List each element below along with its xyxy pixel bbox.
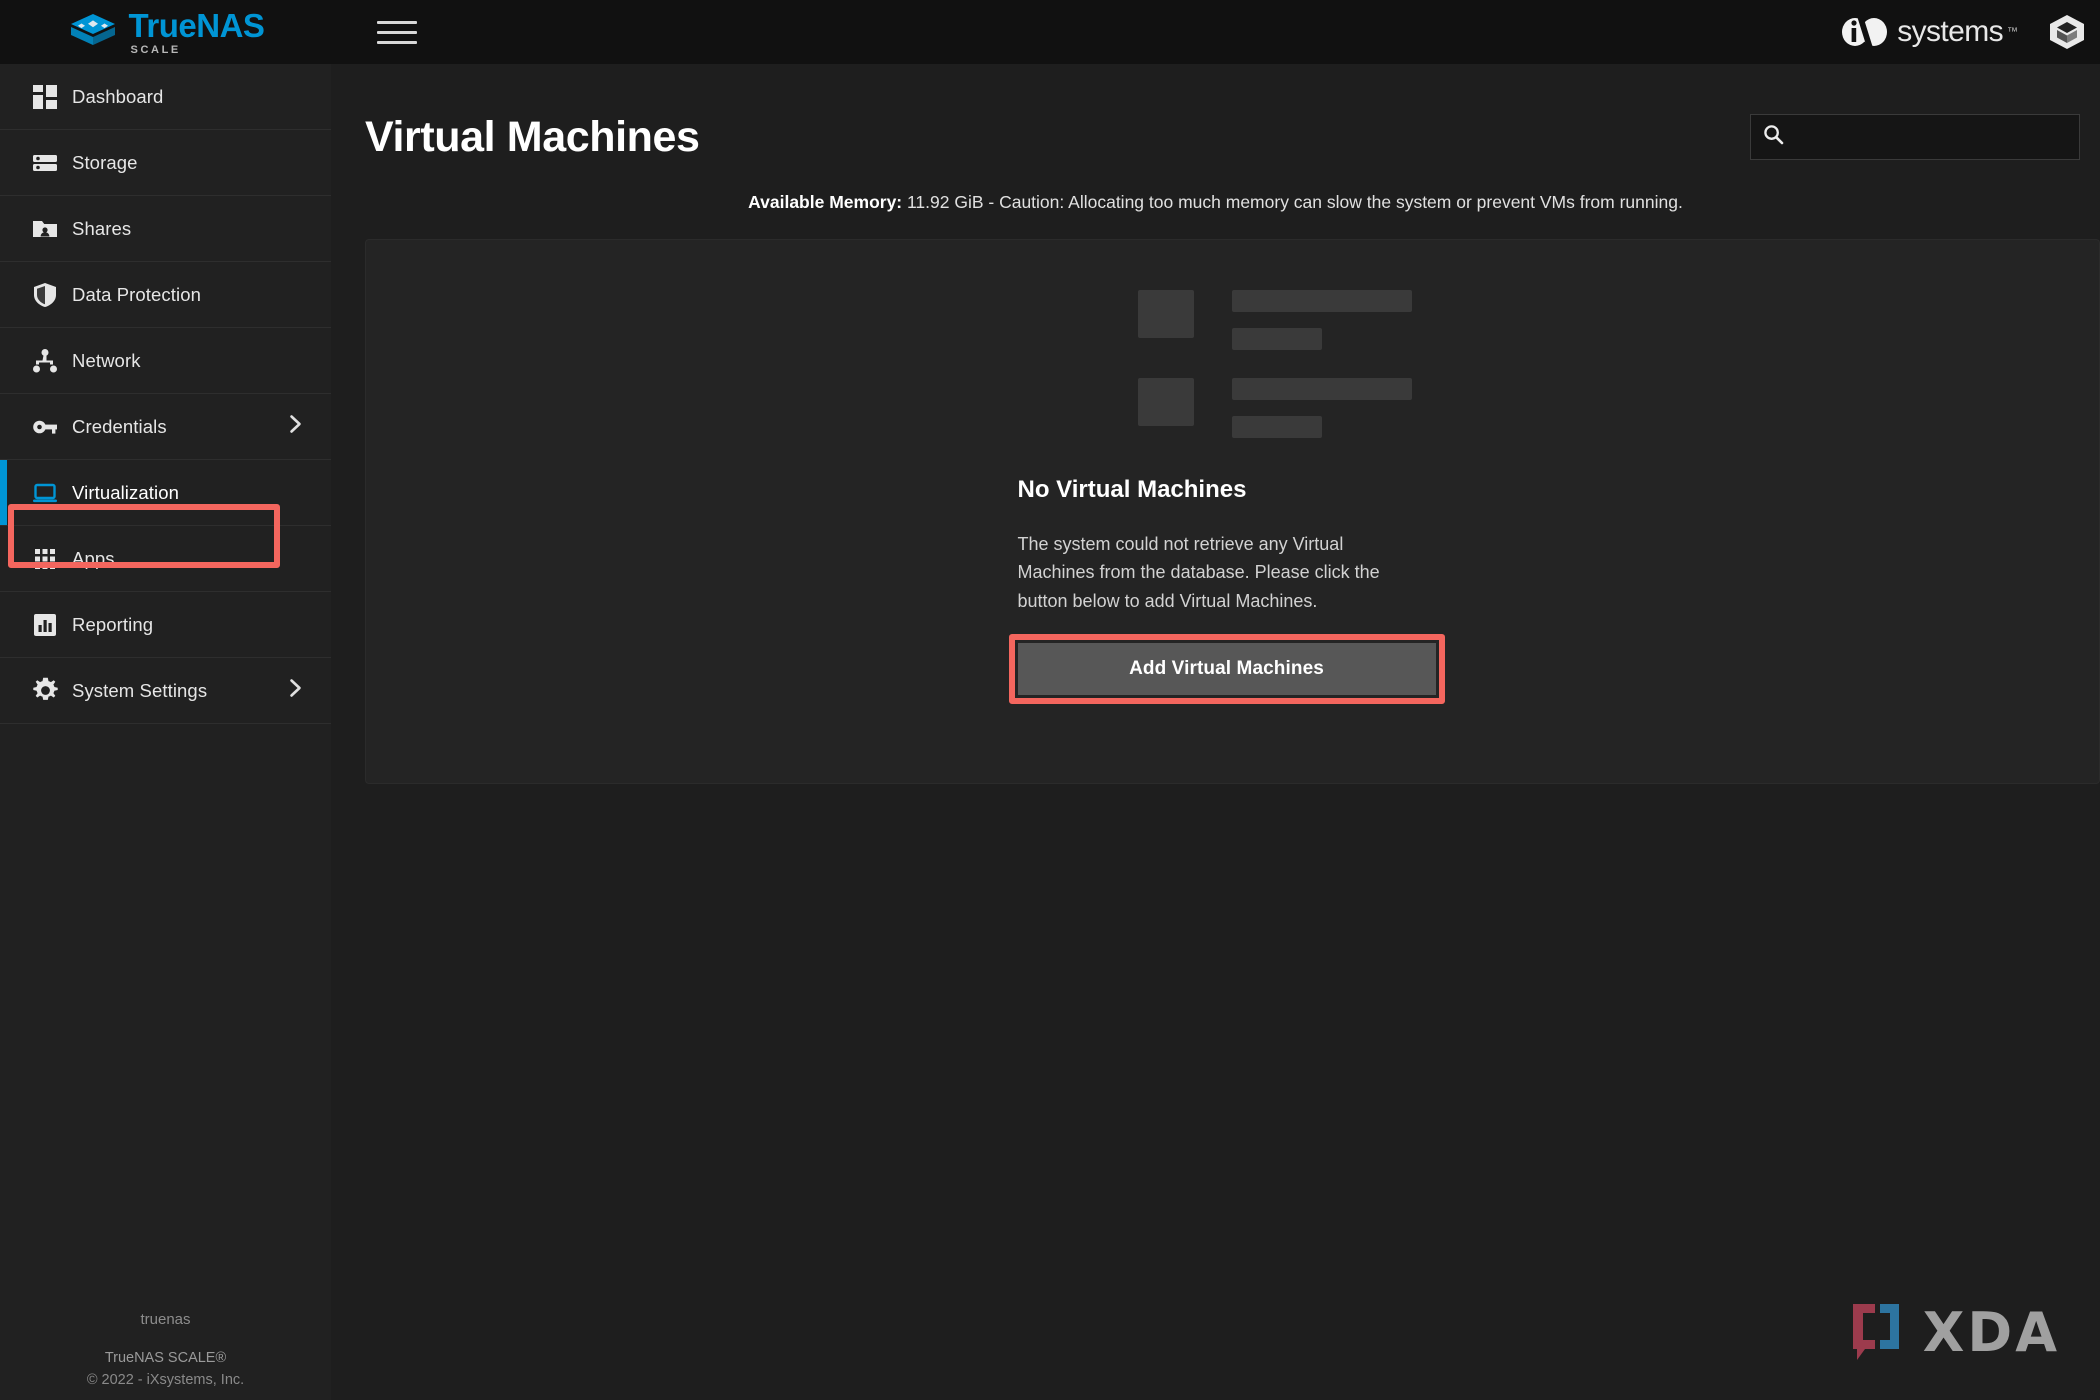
main-content: Virtual Machines Available Memory: 11.92… (331, 64, 2100, 1400)
search-box[interactable] (1750, 114, 2080, 160)
page-title: Virtual Machines (365, 112, 700, 161)
brand-name-true: True (128, 6, 197, 44)
brand-wordmark: TrueNAS SCALE (129, 9, 265, 56)
skeleton-row (1137, 290, 1448, 350)
sidebar-item-label: Apps (72, 547, 115, 569)
brand-logo[interactable]: TrueNAS SCALE (0, 0, 331, 64)
skeleton-bar (1231, 290, 1412, 312)
brand-name-nas: NAS (196, 6, 265, 44)
copyright-label: © 2022 - iXsystems, Inc. (86, 1372, 245, 1388)
sidebar-item-label: Storage (72, 151, 138, 173)
brand-edition: SCALE (130, 43, 181, 56)
hostname-label: truenas (140, 1311, 191, 1328)
available-memory-label: Available Memory: (748, 192, 903, 212)
skeleton-bar (1231, 416, 1322, 438)
hamburger-bar (377, 20, 417, 24)
skeleton-thumb (1137, 290, 1194, 338)
sidebar-item-label: Shares (72, 217, 132, 239)
shares-folder-icon (18, 216, 72, 242)
sidebar-item-label: Data Protection (72, 283, 202, 305)
search-input[interactable] (1794, 128, 2067, 146)
add-virtual-machines-button[interactable]: Add Virtual Machines (1017, 643, 1436, 696)
sidebar-item-reporting[interactable]: Reporting (0, 592, 331, 658)
dashboard-icon (18, 84, 72, 110)
hamburger-bar (377, 40, 417, 44)
sidebar-item-virtualization[interactable]: Virtualization (0, 460, 331, 526)
sidebar-item-data-protection[interactable]: Data Protection (0, 262, 331, 328)
skeleton-lines (1231, 290, 1412, 350)
skeleton-bar (1231, 378, 1412, 400)
page-header: Virtual Machines (331, 64, 2100, 176)
empty-state-description: The system could not retrieve any Virtua… (1017, 534, 1380, 611)
xda-bracket-icon (1852, 1304, 1899, 1360)
sidebar-item-storage[interactable]: Storage (0, 130, 331, 196)
chevron-right-icon[interactable] (285, 678, 305, 703)
cube-icon[interactable] (2044, 9, 2090, 55)
sidebar-item-credentials[interactable]: Credentials (0, 394, 331, 460)
skeleton-bar (1231, 328, 1322, 350)
add-button-zone: Add Virtual Machines (1008, 634, 1448, 705)
ixsystems-logo[interactable]: systems ™ (1837, 12, 2018, 52)
truenas-cube-logo (70, 14, 115, 45)
available-memory-text: 11.92 GiB - Caution: Allocating too much… (902, 192, 1683, 212)
sidebar-item-label: Virtualization (72, 481, 179, 503)
sidebar-item-network[interactable]: Network (0, 328, 331, 394)
bar-chart-icon (18, 612, 72, 638)
gear-icon (18, 677, 72, 704)
sidebar-navigation: Dashboard Storage Shares Data Protection… (0, 64, 331, 1400)
sidebar-item-apps[interactable]: Apps (0, 526, 331, 592)
sidebar-item-label: Network (72, 349, 141, 371)
ix-badge-icon (1842, 16, 1888, 48)
laptop-icon (18, 480, 72, 506)
shield-icon (18, 282, 72, 308)
empty-state-title: No Virtual Machines (1017, 476, 1247, 503)
storage-icon (18, 150, 72, 176)
sidebar-item-label: Reporting (72, 613, 154, 635)
skeleton-row (1137, 378, 1448, 438)
sidebar-item-dashboard[interactable]: Dashboard (0, 64, 331, 130)
available-memory-notice: Available Memory: 11.92 GiB - Caution: A… (331, 176, 2100, 239)
apps-grid-icon (18, 546, 72, 572)
empty-state: No Virtual Machines The system could not… (1008, 290, 1448, 705)
sidebar-item-shares[interactable]: Shares (0, 196, 331, 262)
skeleton-lines (1231, 378, 1412, 438)
brand-name: TrueNAS (129, 9, 265, 42)
truenas-scale-app: TrueNAS SCALE systems ™ Dashboard Storag… (0, 0, 2100, 1400)
sidebar-item-label: System Settings (72, 679, 208, 701)
search-icon (1763, 124, 1784, 150)
list-placeholder-skeleton (1018, 290, 1448, 438)
ixsystems-wordmark: systems (1897, 15, 2003, 48)
network-icon (18, 348, 72, 374)
sidebar-footer: truenas TrueNAS SCALE® © 2022 - iXsystem… (0, 1311, 331, 1388)
xda-wordmark: XDA (1922, 1300, 2060, 1364)
virtual-machines-card: No Virtual Machines The system could not… (365, 239, 2100, 784)
top-bar: TrueNAS SCALE systems ™ (0, 0, 2100, 64)
sidebar-item-label: Dashboard (72, 85, 164, 107)
chevron-right-icon[interactable] (285, 414, 305, 439)
skeleton-thumb (1137, 378, 1194, 426)
hamburger-bar (377, 30, 417, 34)
sidebar-item-system-settings[interactable]: System Settings (0, 658, 331, 724)
sidebar-item-label: Credentials (72, 415, 167, 437)
hamburger-menu-icon[interactable] (377, 14, 421, 50)
top-bar-right: systems ™ (1837, 9, 2100, 55)
product-label: TrueNAS SCALE® (104, 1350, 227, 1366)
xda-watermark: XDA (1847, 1300, 2060, 1364)
key-icon (18, 414, 72, 440)
trademark-symbol: ™ (2007, 26, 2018, 38)
